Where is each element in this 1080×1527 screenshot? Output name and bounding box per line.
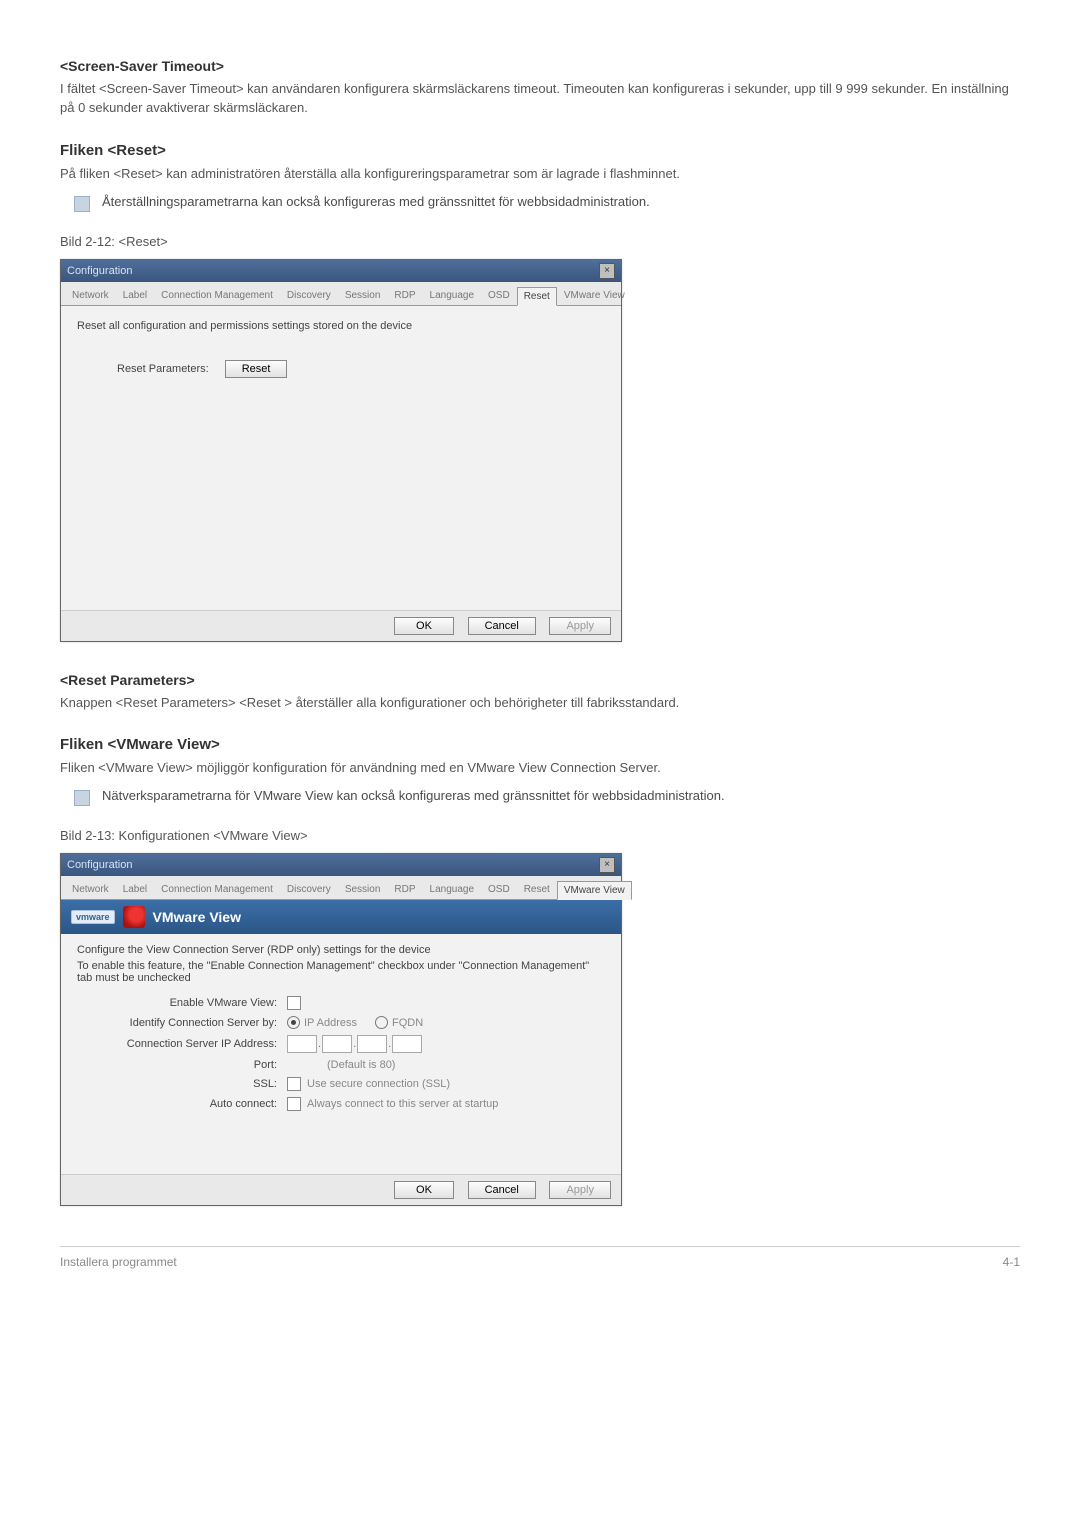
dialog-title-text: Configuration xyxy=(67,265,132,277)
ip-octet-3[interactable] xyxy=(357,1035,387,1053)
tab-osd[interactable]: OSD xyxy=(481,880,517,899)
heading-reset-parameters: <Reset Parameters> xyxy=(60,672,1020,688)
footer-left: Installera programmet xyxy=(60,1255,177,1269)
cancel-button[interactable]: Cancel xyxy=(468,1181,536,1199)
tab-discovery[interactable]: Discovery xyxy=(280,880,338,899)
ip-octet-4[interactable] xyxy=(392,1035,422,1053)
note-row-vmware: Nätverksparametrarna för VMware View kan… xyxy=(74,788,1020,804)
checkbox-enable-vmware[interactable] xyxy=(287,996,301,1010)
heading-screensaver-timeout: <Screen-Saver Timeout> xyxy=(60,58,1020,74)
label-enable-vmware: Enable VMware View: xyxy=(77,997,287,1009)
ip-octet-1[interactable] xyxy=(287,1035,317,1053)
dialog-title-text: Configuration xyxy=(67,859,132,871)
vmware-line1: Configure the View Connection Server (RD… xyxy=(77,944,605,956)
label-ssl: SSL: xyxy=(77,1078,287,1090)
tab-reset[interactable]: Reset xyxy=(517,287,557,306)
checkbox-ssl[interactable] xyxy=(287,1077,301,1091)
cancel-button[interactable]: Cancel xyxy=(468,617,536,635)
auto-connect-text: Always connect to this server at startup xyxy=(307,1098,498,1110)
tab-rdp[interactable]: RDP xyxy=(387,880,422,899)
dialog-titlebar: Configuration × xyxy=(61,854,621,876)
tabstrip: NetworkLabelConnection ManagementDiscove… xyxy=(61,876,621,900)
dialog-footer: OK Cancel Apply xyxy=(61,610,621,641)
reset-desc: Reset all configuration and permissions … xyxy=(77,320,605,332)
tab-language[interactable]: Language xyxy=(423,286,482,305)
tab-connection-management[interactable]: Connection Management xyxy=(154,286,280,305)
apply-button[interactable]: Apply xyxy=(549,617,611,635)
ok-button[interactable]: OK xyxy=(394,1181,454,1199)
tab-session[interactable]: Session xyxy=(338,880,388,899)
vmware-line2: To enable this feature, the "Enable Conn… xyxy=(77,960,605,984)
footer-right: 4-1 xyxy=(1003,1255,1020,1269)
page-footer: Installera programmet 4-1 xyxy=(60,1246,1020,1269)
vmware-badge: vmware xyxy=(71,910,115,924)
tab-network[interactable]: Network xyxy=(65,286,116,305)
radio-fqdn[interactable] xyxy=(375,1016,388,1029)
reset-parameters-label: Reset Parameters: xyxy=(117,363,209,375)
radio-fqdn-label: FQDN xyxy=(392,1017,423,1029)
close-icon[interactable]: × xyxy=(599,263,615,279)
tab-label[interactable]: Label xyxy=(116,880,154,899)
dialog-body-vmware: vmware VMware View Configure the View Co… xyxy=(61,900,621,1174)
reset-button[interactable]: Reset xyxy=(225,360,288,378)
dialog-body-reset: Reset all configuration and permissions … xyxy=(61,306,621,610)
caption-bild-2-12: Bild 2-12: <Reset> xyxy=(60,234,1020,249)
heading-fliken-reset: Fliken <Reset> xyxy=(60,142,1020,159)
radio-ip-address[interactable] xyxy=(287,1016,300,1029)
label-identify-by: Identify Connection Server by: xyxy=(77,1017,287,1029)
checkbox-auto-connect[interactable] xyxy=(287,1097,301,1111)
body-screensaver-timeout: I fältet <Screen-Saver Timeout> kan anvä… xyxy=(60,80,1020,118)
vmware-logo-icon xyxy=(123,906,145,928)
heading-fliken-vmware: Fliken <VMware View> xyxy=(60,736,1020,753)
ssl-text: Use secure connection (SSL) xyxy=(307,1078,450,1090)
dialog-footer: OK Cancel Apply xyxy=(61,1174,621,1205)
tab-rdp[interactable]: RDP xyxy=(387,286,422,305)
port-hint: (Default is 80) xyxy=(327,1059,395,1071)
tabstrip: NetworkLabelConnection ManagementDiscove… xyxy=(61,282,621,306)
tab-osd[interactable]: OSD xyxy=(481,286,517,305)
note-text-vmware: Nätverksparametrarna för VMware View kan… xyxy=(102,788,725,803)
tab-discovery[interactable]: Discovery xyxy=(280,286,338,305)
body-reset-parameters: Knappen <Reset Parameters> <Reset > åter… xyxy=(60,694,1020,713)
vmware-header: vmware VMware View xyxy=(61,900,621,934)
label-auto-connect: Auto connect: xyxy=(77,1098,287,1110)
dialog-configuration-reset: Configuration × NetworkLabelConnection M… xyxy=(60,259,622,642)
tab-vmware-view[interactable]: VMware View xyxy=(557,881,632,900)
vmware-header-text: VMware View xyxy=(153,909,241,925)
ok-button[interactable]: OK xyxy=(394,617,454,635)
caption-bild-2-13: Bild 2-13: Konfigurationen <VMware View> xyxy=(60,828,1020,843)
tab-session[interactable]: Session xyxy=(338,286,388,305)
tab-reset[interactable]: Reset xyxy=(517,880,557,899)
note-text-reset: Återställningsparametrarna kan också kon… xyxy=(102,194,650,209)
radio-ip-address-label: IP Address xyxy=(304,1017,357,1029)
dialog-configuration-vmware: Configuration × NetworkLabelConnection M… xyxy=(60,853,622,1206)
dialog-titlebar: Configuration × xyxy=(61,260,621,282)
note-icon xyxy=(74,196,90,212)
label-port: Port: xyxy=(77,1059,287,1071)
tab-network[interactable]: Network xyxy=(65,880,116,899)
body-fliken-vmware: Fliken <VMware View> möjliggör konfigura… xyxy=(60,759,1020,778)
label-connection-server-ip: Connection Server IP Address: xyxy=(77,1038,287,1050)
body-fliken-reset: På fliken <Reset> kan administratören åt… xyxy=(60,165,1020,184)
tab-connection-management[interactable]: Connection Management xyxy=(154,880,280,899)
note-row-reset: Återställningsparametrarna kan också kon… xyxy=(74,194,1020,210)
tab-vmware-view[interactable]: VMware View xyxy=(557,286,632,305)
tab-language[interactable]: Language xyxy=(423,880,482,899)
ip-octet-2[interactable] xyxy=(322,1035,352,1053)
close-icon[interactable]: × xyxy=(599,857,615,873)
apply-button[interactable]: Apply xyxy=(549,1181,611,1199)
tab-label[interactable]: Label xyxy=(116,286,154,305)
note-icon xyxy=(74,790,90,806)
